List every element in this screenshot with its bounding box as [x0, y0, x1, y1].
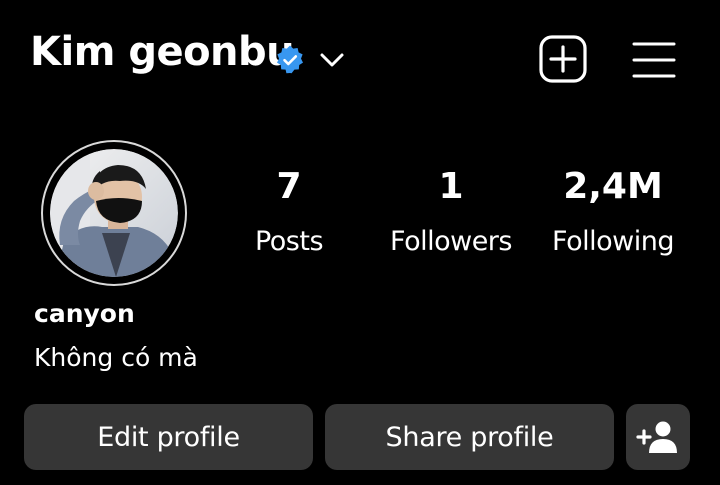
- share-profile-button[interactable]: Share profile: [325, 404, 614, 470]
- menu-button[interactable]: [630, 40, 678, 80]
- followers-label: Followers: [390, 226, 512, 257]
- profile-username[interactable]: Kim geonbu: [30, 28, 295, 76]
- create-post-button[interactable]: [539, 35, 587, 83]
- posts-label: Posts: [254, 226, 324, 257]
- edit-profile-button[interactable]: Edit profile: [24, 404, 313, 470]
- posts-count: 7: [276, 166, 302, 207]
- bio-text: Không có mà: [34, 343, 198, 372]
- display-name: canyon: [34, 299, 135, 328]
- stat-following[interactable]: 2,4M Following: [538, 165, 688, 259]
- following-count: 2,4M: [563, 166, 663, 207]
- followers-count: 1: [438, 166, 464, 207]
- chevron-down-icon[interactable]: [318, 46, 346, 74]
- avatar[interactable]: [50, 149, 178, 277]
- stat-posts[interactable]: 7 Posts: [214, 165, 364, 259]
- following-label: Following: [552, 226, 674, 257]
- stat-followers[interactable]: 1 Followers: [376, 165, 526, 259]
- edit-profile-label: Edit profile: [97, 421, 240, 453]
- discover-people-button[interactable]: [626, 404, 690, 470]
- share-profile-label: Share profile: [385, 421, 554, 453]
- verified-badge-icon: [277, 45, 303, 74]
- add-person-icon: [636, 421, 677, 453]
